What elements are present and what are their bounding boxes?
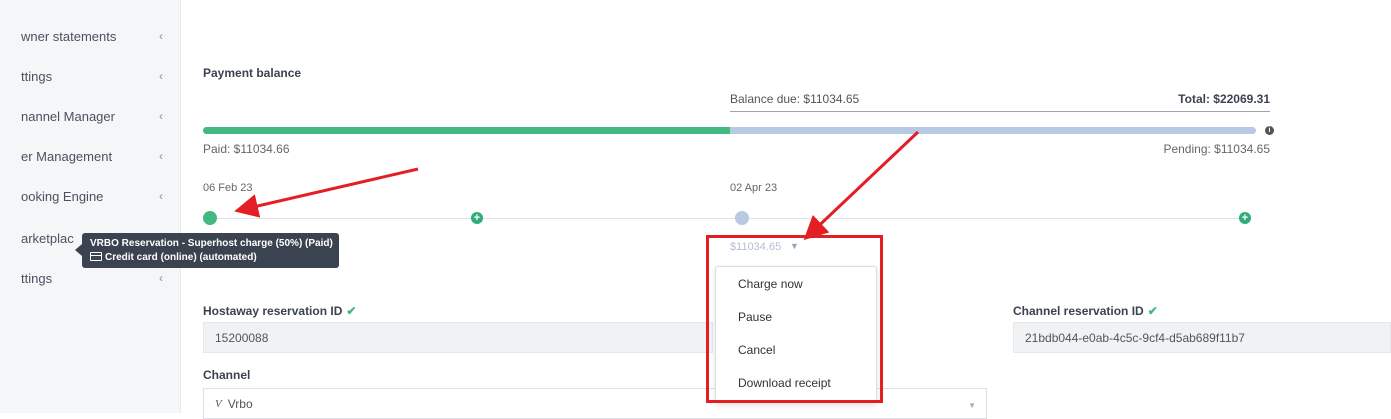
charge-tooltip: VRBO Reservation - Superhost charge (50%…	[82, 233, 339, 268]
sidebar-item-label: nannel Manager	[21, 108, 115, 124]
channel-reservation-id-label: Channel reservation ID ✔	[1013, 304, 1158, 318]
sidebar-item-label: ooking Engine	[21, 188, 104, 204]
timeline-line	[210, 218, 1246, 219]
chevron-down-icon: ▼	[968, 401, 976, 410]
sidebar-item-label: ttings	[21, 68, 53, 84]
credit-card-icon	[90, 252, 102, 261]
info-icon[interactable]: i	[1265, 126, 1274, 135]
payment-progress-bar	[203, 127, 1256, 134]
chevron-left-icon: ‹	[159, 29, 163, 43]
chevron-left-icon: ‹	[159, 149, 163, 163]
chevron-left-icon: ‹	[159, 271, 163, 285]
sidebar-item-label: wner statements	[21, 28, 117, 44]
label-text: Channel reservation ID	[1013, 304, 1144, 318]
charge-actions-menu: Charge now Pause Cancel Download receipt	[715, 266, 877, 403]
check-icon: ✔	[1147, 304, 1158, 318]
sidebar-item-label: arketplac	[21, 230, 74, 246]
tooltip-line-2-text: Credit card (online) (automated)	[105, 252, 257, 263]
channel-reservation-id-field[interactable]: 21bdb044-e0ab-4c5c-9cf4-d5ab689f11b7	[1013, 322, 1391, 353]
tooltip-line-2: Credit card (online) (automated)	[90, 252, 257, 263]
main-content: Payment balance Balance due: $11034.65 T…	[181, 0, 1391, 419]
timeline-date-1: 06 Feb 23	[203, 182, 253, 194]
pending-amount: Pending: $11034.65	[1163, 142, 1270, 156]
menu-item-charge-now[interactable]: Charge now	[716, 269, 876, 299]
paid-progress-fill	[203, 127, 730, 134]
paid-charge-dot[interactable]	[203, 211, 217, 225]
sidebar-item-label: er Management	[21, 148, 113, 164]
tooltip-arrow	[75, 244, 82, 256]
chevron-left-icon: ‹	[159, 189, 163, 203]
sidebar-item-owner-statements[interactable]: wner statements ‹	[0, 16, 180, 56]
sidebar-item-label: ttings	[21, 270, 53, 286]
channel-label: Channel	[203, 368, 251, 382]
vrbo-logo-icon: V	[215, 397, 222, 410]
check-icon: ✔	[346, 304, 357, 318]
divider	[730, 111, 1270, 112]
pending-charge-dot[interactable]	[735, 211, 749, 225]
channel-select-value: Vrbo	[227, 396, 253, 411]
menu-item-cancel[interactable]: Cancel	[716, 335, 876, 365]
chevron-left-icon: ‹	[159, 69, 163, 83]
pending-charge-amount[interactable]: $11034.65	[730, 241, 781, 253]
hostaway-reservation-id-field[interactable]: 15200088	[203, 322, 713, 353]
sidebar-item-user-management[interactable]: er Management ‹	[0, 136, 180, 176]
chevron-left-icon: ‹	[159, 109, 163, 123]
caret-down-icon[interactable]: ▼	[790, 241, 799, 251]
section-title: Payment balance	[203, 66, 302, 80]
add-charge-icon[interactable]: +	[1239, 212, 1251, 224]
total-amount: Total: $22069.31	[1178, 92, 1270, 106]
paid-amount: Paid: $11034.66	[203, 142, 290, 156]
timeline-date-2: 02 Apr 23	[730, 182, 778, 194]
sidebar-item-channel-manager[interactable]: nannel Manager ‹	[0, 96, 180, 136]
hostaway-reservation-id-label: Hostaway reservation ID ✔	[203, 304, 356, 318]
menu-item-download-receipt[interactable]: Download receipt	[716, 368, 876, 398]
sidebar: wner statements ‹ ttings ‹ nannel Manage…	[0, 0, 181, 413]
menu-item-pause[interactable]: Pause	[716, 302, 876, 332]
balance-due: Balance due: $11034.65	[730, 92, 860, 106]
sidebar-item-booking-engine[interactable]: ooking Engine ‹	[0, 176, 180, 216]
sidebar-item-listings[interactable]: ttings ‹	[0, 56, 180, 96]
label-text: Hostaway reservation ID	[203, 304, 343, 318]
add-charge-icon[interactable]: +	[471, 212, 483, 224]
tooltip-line-1: VRBO Reservation - Superhost charge (50%…	[90, 238, 333, 249]
